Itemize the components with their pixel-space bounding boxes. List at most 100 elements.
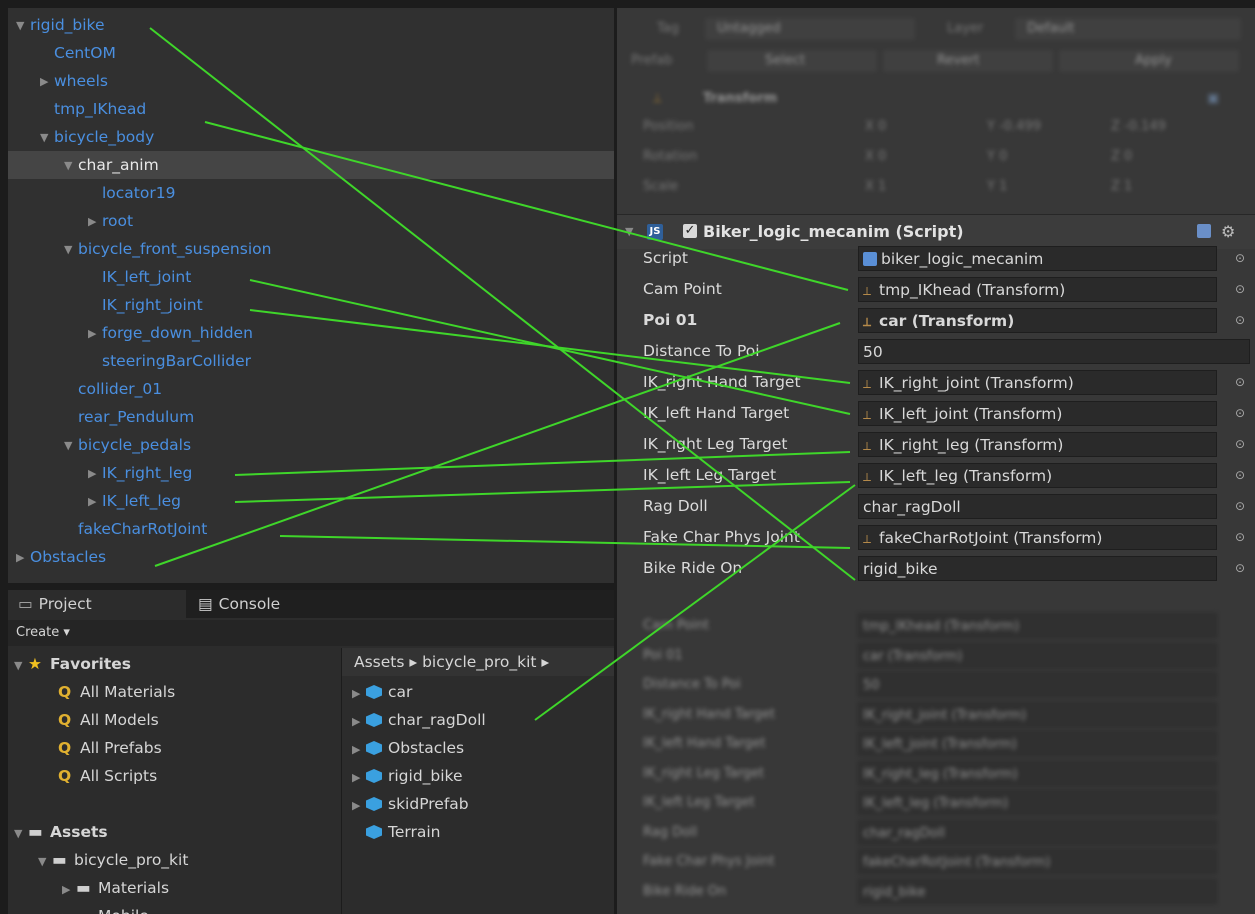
favorite-item[interactable]: Q All Models	[58, 706, 159, 734]
hierarchy-item[interactable]: ▶locator19	[8, 179, 614, 207]
favorite-item[interactable]: Q All Scripts	[58, 762, 157, 790]
expanded-arrow-icon[interactable]: ▼	[64, 236, 78, 264]
hierarchy-item[interactable]: ▶ wheels	[8, 67, 614, 95]
hierarchy-item[interactable]: ▶ forge_down_hidden	[8, 319, 614, 347]
hierarchy-item[interactable]: ▶steeringBarCollider	[8, 347, 614, 375]
property-field[interactable]: char_ragDoll	[858, 494, 1217, 519]
create-button[interactable]: Create ▾	[16, 623, 70, 643]
property-field[interactable]: ⟂ IK_right_leg (Transform)	[858, 432, 1217, 457]
favorite-item[interactable]: Q All Materials	[58, 678, 175, 706]
object-picker-icon[interactable]: ⊙	[1233, 429, 1247, 460]
property-field[interactable]: rigid_bike	[858, 556, 1217, 581]
collapsed-arrow-icon[interactable]: ▶	[40, 68, 54, 96]
property-field[interactable]: IK_right_joint (Transform)	[858, 701, 1217, 727]
property-field[interactable]: fakeCharRotJoint (Transform)	[858, 849, 1217, 874]
object-picker-icon[interactable]: ⊙	[1233, 398, 1247, 429]
expanded-arrow-icon[interactable]: ▼	[64, 432, 78, 460]
collapsed-arrow-icon[interactable]: ▶	[352, 736, 366, 764]
collapsed-arrow-icon[interactable]: ▶	[352, 792, 366, 820]
folder-item[interactable]: ▶▬ Mobile	[62, 902, 149, 914]
hierarchy-item[interactable]: ▶IK_left_joint	[8, 263, 614, 291]
favorite-item[interactable]: Q All Prefabs	[58, 734, 162, 762]
position-x[interactable]: X 0	[865, 116, 886, 138]
favorites-header[interactable]: ▼ ★ Favorites	[14, 650, 131, 678]
expanded-arrow-icon[interactable]: ▼	[14, 652, 28, 680]
hierarchy-item[interactable]: ▼ bicycle_front_suspension	[8, 235, 614, 263]
property-field[interactable]: IK_left_leg (Transform)	[858, 790, 1217, 815]
property-field[interactable]: tmp_IKhead (Transform)	[858, 613, 1217, 638]
expanded-arrow-icon[interactable]: ▼	[16, 12, 30, 40]
scale-x[interactable]: X 1	[865, 176, 886, 198]
hierarchy-item[interactable]: ▶collider_01	[8, 375, 614, 403]
asset-item[interactable]: ▶Terrain	[352, 818, 440, 846]
asset-item[interactable]: ▶ rigid_bike	[352, 762, 463, 790]
asset-item[interactable]: ▶ car	[352, 678, 412, 706]
rotation-z[interactable]: Z 0	[1111, 146, 1132, 168]
property-field[interactable]: ⟂ IK_left_joint (Transform)	[858, 401, 1217, 426]
property-field[interactable]: ⟂ tmp_IKhead (Transform)	[858, 277, 1217, 302]
property-field[interactable]: rigid_bike	[858, 878, 1217, 904]
property-field[interactable]: ⟂ IK_right_joint (Transform)	[858, 370, 1217, 395]
object-picker-icon[interactable]: ⊙	[1233, 305, 1247, 336]
hierarchy-item[interactable]: ▶IK_right_joint	[8, 291, 614, 319]
hierarchy-item[interactable]: ▶CentOM	[8, 39, 614, 67]
property-field[interactable]: ⟂ car (Transform)	[858, 308, 1217, 333]
hierarchy-item[interactable]: ▶ IK_right_leg	[8, 459, 614, 487]
folder-item[interactable]: ▼ ▬ bicycle_pro_kit	[38, 846, 188, 874]
object-picker-icon[interactable]: ⊙	[1233, 553, 1247, 584]
position-z[interactable]: Z -0.149	[1111, 116, 1166, 138]
scale-y[interactable]: Y 1	[987, 176, 1007, 198]
help-icon[interactable]	[1197, 224, 1211, 238]
collapsed-arrow-icon[interactable]: ▶	[352, 764, 366, 792]
property-field[interactable]: 50	[858, 672, 1217, 697]
collapsed-arrow-icon[interactable]: ▶	[88, 208, 102, 236]
expanded-arrow-icon[interactable]: ▼	[40, 124, 54, 152]
property-field[interactable]: ⟂ fakeCharRotJoint (Transform)	[858, 525, 1217, 550]
asset-item[interactable]: ▶ char_ragDoll	[352, 706, 486, 734]
collapsed-arrow-icon[interactable]: ▶	[352, 708, 366, 736]
collapsed-arrow-icon[interactable]: ▶	[352, 680, 366, 708]
hierarchy-item[interactable]: ▶ root	[8, 207, 614, 235]
hierarchy-item[interactable]: ▼ bicycle_body	[8, 123, 614, 151]
rotation-y[interactable]: Y 0	[987, 146, 1007, 168]
hierarchy-item[interactable]: ▶ Obstacles	[8, 543, 614, 571]
object-picker-icon[interactable]: ⊙	[1233, 460, 1247, 491]
collapsed-arrow-icon[interactable]: ▶	[88, 320, 102, 348]
collapsed-arrow-icon[interactable]: ▶	[62, 904, 76, 914]
collapsed-arrow-icon[interactable]: ▶	[88, 460, 102, 488]
property-field[interactable]: ⟂ IK_left_leg (Transform)	[858, 463, 1217, 488]
help-icon[interactable]: ▣	[1207, 88, 1219, 110]
hierarchy-item[interactable]: ▶ IK_left_leg	[8, 487, 614, 515]
object-picker-icon[interactable]: ⊙	[1233, 274, 1247, 305]
asset-item[interactable]: ▶ Obstacles	[352, 734, 464, 762]
assets-header[interactable]: ▼ ▬ Assets	[14, 818, 108, 846]
component-enabled-checkbox[interactable]: ✓	[683, 224, 697, 238]
collapsed-arrow-icon[interactable]: ▶	[62, 876, 76, 904]
expanded-arrow-icon[interactable]: ▼	[14, 820, 28, 848]
property-field[interactable]: char_ragDoll	[858, 819, 1217, 845]
hierarchy-item[interactable]: ▼ bicycle_pedals	[8, 431, 614, 459]
hierarchy-item[interactable]: ▶rear_Pendulum	[8, 403, 614, 431]
position-y[interactable]: Y -0.499	[987, 116, 1041, 138]
collapsed-arrow-icon[interactable]: ▶	[16, 544, 30, 572]
property-field[interactable]: IK_left_joint (Transform)	[858, 731, 1217, 756]
object-picker-icon[interactable]: ⊙	[1233, 243, 1247, 274]
hierarchy-item[interactable]: ▼ char_anim	[8, 151, 614, 179]
breadcrumb[interactable]: Assets ▸ bicycle_pro_kit ▸	[354, 648, 549, 676]
expanded-arrow-icon[interactable]: ▼	[64, 152, 78, 180]
tab-project[interactable]: ▭ Project	[8, 590, 186, 618]
asset-item[interactable]: ▶ skidPrefab	[352, 790, 469, 818]
hierarchy-item[interactable]: ▼ rigid_bike	[8, 11, 614, 39]
object-picker-icon[interactable]: ⊙	[1233, 367, 1247, 398]
scale-z[interactable]: Z 1	[1111, 176, 1132, 198]
property-field[interactable]: car (Transform)	[858, 642, 1217, 668]
hierarchy-item[interactable]: ▶tmp_IKhead	[8, 95, 614, 123]
expanded-arrow-icon[interactable]: ▼	[38, 848, 52, 876]
folder-item[interactable]: ▶ ▬ Materials	[62, 874, 169, 902]
object-picker-icon[interactable]: ⊙	[1233, 491, 1247, 522]
property-field[interactable]: IK_right_leg (Transform)	[858, 760, 1217, 786]
collapsed-arrow-icon[interactable]: ▶	[88, 488, 102, 516]
property-field[interactable]: biker_logic_mecanim	[858, 246, 1217, 271]
rotation-x[interactable]: X 0	[865, 146, 886, 168]
hierarchy-item[interactable]: ▶fakeCharRotJoint	[8, 515, 614, 543]
